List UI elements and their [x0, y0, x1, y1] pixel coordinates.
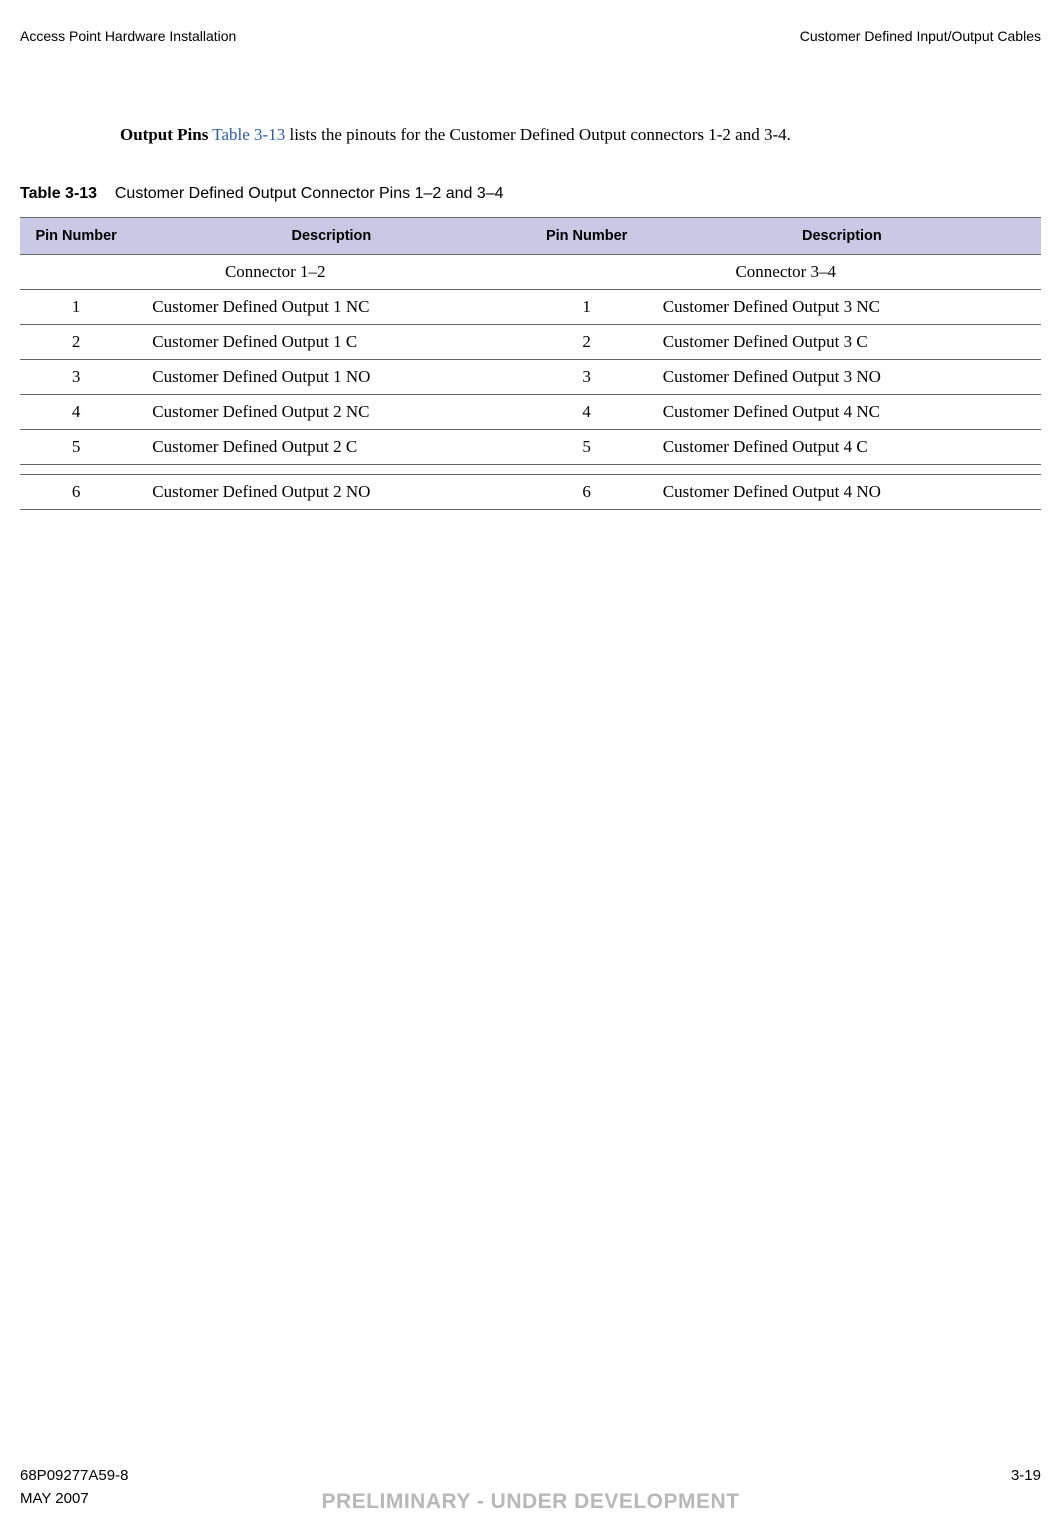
table-number: Table 3-13	[20, 185, 97, 202]
cell-pin: 3	[20, 359, 132, 394]
cell-desc: Customer Defined Output 4 NC	[643, 394, 1041, 429]
cell-pin: 2	[20, 324, 132, 359]
cell-pin: 1	[20, 289, 132, 324]
table-row: 6 Customer Defined Output 2 NO 6 Custome…	[20, 474, 1041, 509]
cell-desc: Customer Defined Output 3 NO	[643, 359, 1041, 394]
th-desc-2: Description	[643, 217, 1041, 254]
th-pin-1: Pin Number	[20, 217, 132, 254]
table-header-row: Pin Number Description Pin Number Descri…	[20, 217, 1041, 254]
cell-pin: 3	[530, 359, 642, 394]
header-right: Customer Defined Input/Output Cables	[800, 28, 1041, 44]
subhead-left: Connector 1–2	[20, 254, 530, 289]
footer-date: MAY 2007	[20, 1490, 89, 1507]
page-header: Access Point Hardware Installation Custo…	[20, 28, 1041, 44]
cell-desc: Customer Defined Output 4 NO	[643, 474, 1041, 509]
footer-top-row: 68P09277A59-8 3-19	[20, 1467, 1041, 1484]
cell-pin: 4	[20, 394, 132, 429]
cell-desc: Customer Defined Output 2 NO	[132, 474, 530, 509]
cell-desc: Customer Defined Output 3 NC	[643, 289, 1041, 324]
header-left: Access Point Hardware Installation	[20, 28, 236, 44]
cell-desc: Customer Defined Output 3 C	[643, 324, 1041, 359]
intro-paragraph: Output Pins Table 3-13 lists the pinouts…	[120, 124, 1021, 147]
table-row: 1 Customer Defined Output 1 NC 1 Custome…	[20, 289, 1041, 324]
cell-desc: Customer Defined Output 1 C	[132, 324, 530, 359]
table-caption: Table 3-13 Customer Defined Output Conne…	[20, 185, 1041, 203]
para-lead: Output Pins	[120, 125, 208, 144]
table-row: 4 Customer Defined Output 2 NC 4 Custome…	[20, 394, 1041, 429]
table-title: Customer Defined Output Connector Pins 1…	[115, 185, 504, 202]
cell-desc: Customer Defined Output 4 C	[643, 429, 1041, 464]
subhead-right: Connector 3–4	[530, 254, 1041, 289]
para-rest: lists the pinouts for the Customer Defin…	[285, 125, 791, 144]
table-row: 3 Customer Defined Output 1 NO 3 Custome…	[20, 359, 1041, 394]
footer-bottom-row: MAY 2007 PRELIMINARY - UNDER DEVELOPMENT	[20, 1490, 1041, 1507]
page-footer: 68P09277A59-8 3-19 MAY 2007 PRELIMINARY …	[20, 1467, 1041, 1507]
page-number: 3-19	[1011, 1467, 1041, 1484]
watermark: PRELIMINARY - UNDER DEVELOPMENT	[321, 1490, 739, 1514]
cell-pin: 4	[530, 394, 642, 429]
cell-desc: Customer Defined Output 1 NO	[132, 359, 530, 394]
cell-pin: 6	[20, 474, 132, 509]
cell-pin: 1	[530, 289, 642, 324]
th-desc-1: Description	[132, 217, 530, 254]
cell-pin: 5	[20, 429, 132, 464]
doc-number: 68P09277A59-8	[20, 1467, 128, 1484]
cell-pin: 2	[530, 324, 642, 359]
table-row: 2 Customer Defined Output 1 C 2 Customer…	[20, 324, 1041, 359]
pinout-table: Pin Number Description Pin Number Descri…	[20, 217, 1041, 510]
cell-pin: 5	[530, 429, 642, 464]
th-pin-2: Pin Number	[530, 217, 642, 254]
cell-pin: 6	[530, 474, 642, 509]
table-gap-row	[20, 464, 1041, 474]
cell-desc: Customer Defined Output 2 C	[132, 429, 530, 464]
cell-desc: Customer Defined Output 2 NC	[132, 394, 530, 429]
table-row: 5 Customer Defined Output 2 C 5 Customer…	[20, 429, 1041, 464]
table-subhead-row: Connector 1–2 Connector 3–4	[20, 254, 1041, 289]
cell-desc: Customer Defined Output 1 NC	[132, 289, 530, 324]
table-ref-link[interactable]: Table 3-13	[212, 125, 285, 144]
